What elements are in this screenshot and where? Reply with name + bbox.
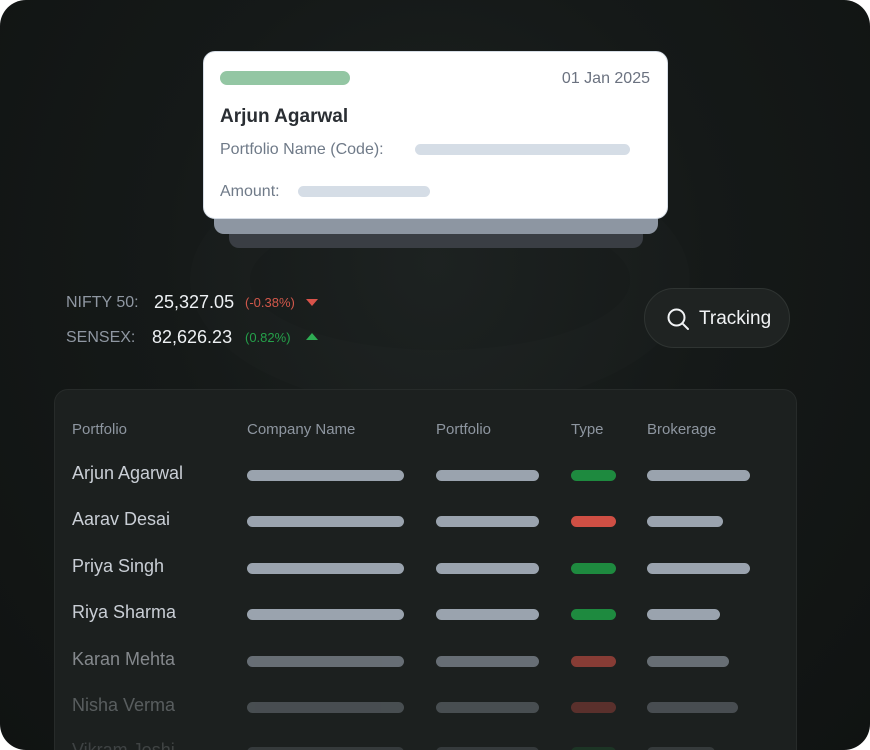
table-row[interactable]: Aarav Desai: [55, 509, 798, 549]
portfolio-placeholder: [436, 516, 539, 527]
tracking-button[interactable]: Tracking: [644, 288, 790, 348]
column-header-portfolio[interactable]: Portfolio: [72, 421, 127, 438]
row-name: Priya Singh: [72, 556, 165, 576]
portfolio-table: Portfolio Company Name Portfolio Type Br…: [54, 389, 797, 750]
company-placeholder: [247, 516, 404, 527]
table-row[interactable]: Riya Sharma: [55, 602, 798, 642]
column-header-portfolio-2[interactable]: Portfolio: [436, 421, 491, 438]
status-bar-placeholder: [220, 71, 350, 85]
table-row[interactable]: Nisha Verma: [55, 695, 798, 735]
amount-placeholder: [298, 186, 430, 197]
company-placeholder: [247, 609, 404, 620]
row-name: Vikram Joshi: [72, 740, 175, 750]
index-change: (0.82%): [245, 330, 291, 345]
type-sell-badge: [571, 702, 616, 713]
brokerage-placeholder: [647, 702, 738, 713]
portfolio-card[interactable]: 01 Jan 2025 Arjun Agarwal Portfolio Name…: [203, 51, 668, 219]
brokerage-placeholder: [647, 563, 750, 574]
column-header-brokerage[interactable]: Brokerage: [647, 421, 716, 438]
portfolio-placeholder: [436, 656, 539, 667]
index-value: 82,626.23: [152, 327, 233, 347]
row-name: Karan Mehta: [72, 649, 176, 669]
app-frame: 01 Jan 2025 Arjun Agarwal Portfolio Name…: [0, 0, 870, 750]
card-date: 01 Jan 2025: [561, 70, 650, 87]
type-buy-badge: [571, 609, 616, 620]
row-name: Riya Sharma: [72, 602, 177, 622]
tracking-button-label: Tracking: [699, 308, 772, 329]
row-name: Arjun Agarwal: [72, 463, 184, 483]
type-sell-badge: [571, 516, 616, 527]
table-row[interactable]: Vikram Joshi: [55, 740, 798, 750]
index-value: 25,327.05: [154, 292, 235, 312]
type-buy-badge: [571, 563, 616, 574]
portfolio-name-label: Portfolio Name (Code):: [220, 141, 384, 158]
column-header-company-name[interactable]: Company Name: [247, 421, 355, 438]
row-name: Aarav Desai: [72, 509, 171, 529]
portfolio-placeholder: [436, 470, 539, 481]
portfolio-placeholder: [436, 609, 539, 620]
table-row[interactable]: Priya Singh: [55, 556, 798, 596]
index-change: (-0.38%): [245, 295, 295, 310]
brokerage-placeholder: [647, 656, 729, 667]
company-placeholder: [247, 702, 404, 713]
type-buy-badge: [571, 470, 616, 481]
caret-down-icon: [306, 299, 318, 306]
index-name: SENSEX:: [66, 329, 136, 346]
portfolio-name-placeholder: [415, 144, 630, 155]
column-header-type[interactable]: Type: [571, 421, 604, 438]
company-placeholder: [247, 656, 404, 667]
company-placeholder: [247, 563, 404, 574]
card-client-name: Arjun Agarwal: [220, 106, 349, 127]
brokerage-placeholder: [647, 516, 723, 527]
portfolio-placeholder: [436, 563, 539, 574]
amount-label: Amount:: [220, 183, 280, 200]
search-icon: [667, 308, 689, 330]
table-row[interactable]: Arjun Agarwal: [55, 463, 798, 503]
caret-up-icon: [306, 333, 318, 340]
index-name: NIFTY 50:: [66, 294, 139, 311]
type-sell-badge: [571, 656, 616, 667]
portfolio-placeholder: [436, 702, 539, 713]
brokerage-placeholder: [647, 609, 720, 620]
brokerage-placeholder: [647, 470, 750, 481]
company-placeholder: [247, 470, 404, 481]
table-row[interactable]: Karan Mehta: [55, 649, 798, 689]
row-name: Nisha Verma: [72, 695, 176, 715]
